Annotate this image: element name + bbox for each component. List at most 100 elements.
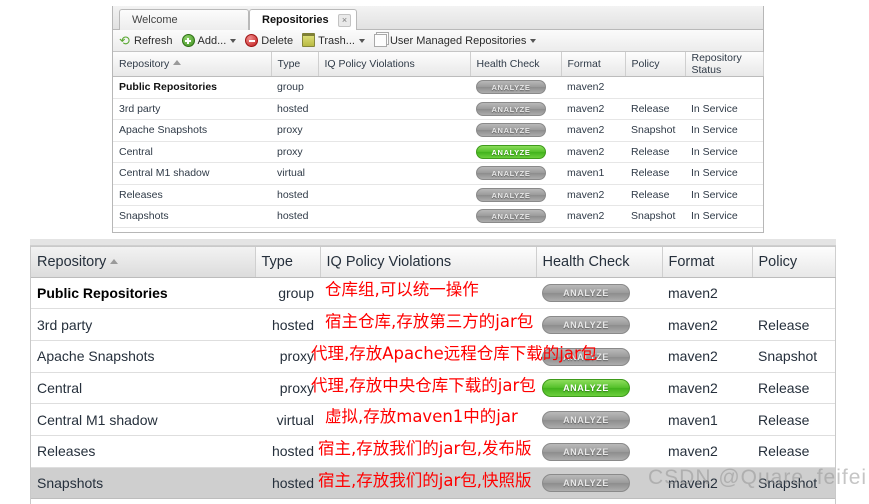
column-header-policy[interactable]: Policy <box>625 52 686 77</box>
analyze-button[interactable]: ANALYZE <box>476 166 546 181</box>
cell-repository: 3rd party <box>113 98 271 120</box>
column-header-format[interactable]: Format <box>561 52 626 77</box>
column-label: Repository <box>119 58 170 70</box>
analyze-button[interactable]: ANALYZE <box>542 474 630 493</box>
user-managed-repositories-button[interactable]: User Managed Repositories <box>373 34 537 47</box>
cell-iq-policy-violations <box>320 372 536 405</box>
table-row[interactable]: Public Repositories group ANALYZE maven2 <box>31 277 835 310</box>
cell-type: virtual <box>255 403 320 436</box>
tab-welcome[interactable]: Welcome <box>119 9 249 30</box>
table-row[interactable]: Central proxy ANALYZE maven2 Release <box>31 372 835 405</box>
cell-health-check: ANALYZE <box>470 205 561 228</box>
cell-format: maven2 <box>561 205 625 228</box>
column-header-format[interactable]: Format <box>662 247 753 278</box>
table-row[interactable]: Central M1 shadow virtual ANALYZE maven1 Rel… <box>31 403 835 436</box>
table-row[interactable]: Public Repositories group ANALYZE maven2 <box>113 76 763 99</box>
cell-health-check: ANALYZE <box>470 184 561 206</box>
chevron-down-icon[interactable] <box>230 38 237 43</box>
analyze-button[interactable]: ANALYZE <box>476 80 546 95</box>
user-managed-repositories-label: User Managed Repositories <box>389 34 527 47</box>
analyze-button[interactable]: ANALYZE <box>476 123 546 138</box>
cell-iq-policy-violations <box>320 403 536 436</box>
cell-format: maven2 <box>662 435 752 468</box>
analyze-button[interactable]: ANALYZE <box>476 187 546 202</box>
column-header-iq-policy-violations[interactable]: IQ Policy Violations <box>320 247 537 278</box>
analyze-button[interactable]: ANALYZE <box>476 209 546 224</box>
table-row[interactable]: Releases hosted ANALYZE maven2 Release <box>31 435 835 468</box>
cell-health-check: ANALYZE <box>536 372 662 405</box>
column-header-type[interactable]: Type <box>271 52 319 77</box>
cell-iq-policy-violations <box>318 119 470 142</box>
column-header-health-check[interactable]: Health Check <box>536 247 663 278</box>
cell-format: maven2 <box>561 184 625 206</box>
table-row[interactable]: 3rd party hosted ANALYZE maven2 Release <box>31 308 835 341</box>
cell-repository: Apache Snapshots <box>31 340 255 373</box>
column-header-policy[interactable]: Policy <box>752 247 836 278</box>
table-row[interactable]: Central M1 shadow virtual ANALYZE maven1 Rel… <box>113 162 763 185</box>
cell-iq-policy-violations <box>318 98 470 120</box>
table-row[interactable]: Releases hosted ANALYZE maven2 Release In Ser… <box>113 184 763 206</box>
cell-repository-status: In Service <box>685 141 763 163</box>
cell-repository: Apache Snapshots <box>113 119 271 142</box>
add-label: Add... <box>197 34 227 47</box>
delete-icon <box>245 34 259 47</box>
repositories-table-large: Repository Type IQ Policy Violations Hea… <box>31 247 836 500</box>
table-header-row: Repository Type IQ Policy Violations Hea… <box>31 247 836 278</box>
cell-repository: Snapshots <box>31 467 255 500</box>
cell-policy <box>752 277 835 310</box>
column-header-iq-policy-violations[interactable]: IQ Policy Violations <box>318 52 471 77</box>
cell-health-check: ANALYZE <box>470 76 561 99</box>
table-row[interactable]: Snapshots hosted ANALYZE maven2 Snapshot In S… <box>113 205 763 228</box>
analyze-button[interactable]: ANALYZE <box>542 284 630 303</box>
column-header-repository[interactable]: Repository <box>113 52 272 77</box>
cell-iq-policy-violations <box>318 184 470 206</box>
delete-button[interactable]: Delete <box>245 34 293 47</box>
trash-button[interactable]: Trash... <box>302 33 365 47</box>
column-header-repository[interactable]: Repository <box>31 247 256 278</box>
refresh-button[interactable]: ⟲ Refresh <box>118 34 173 47</box>
cell-repository-status: In Service <box>685 119 763 142</box>
tab-strip: Welcome Repositories × <box>113 6 763 30</box>
add-button[interactable]: Add... <box>181 34 237 47</box>
table-row[interactable]: Apache Snapshots proxy ANALYZE maven2 Snapsh… <box>113 119 763 142</box>
cell-health-check: ANALYZE <box>536 340 662 373</box>
analyze-button[interactable]: ANALYZE <box>542 379 630 398</box>
column-header-health-check[interactable]: Health Check <box>470 52 562 77</box>
cell-type: hosted <box>255 467 320 500</box>
table-row[interactable]: 3rd party hosted ANALYZE maven2 Release In Se… <box>113 98 763 120</box>
cell-repository-status: In Service <box>685 98 763 120</box>
chevron-down-icon[interactable] <box>358 38 365 43</box>
cell-policy: Snapshot <box>752 340 835 373</box>
refresh-label: Refresh <box>134 34 173 47</box>
cell-policy: Release <box>752 372 835 405</box>
table-row[interactable]: Central proxy ANALYZE maven2 Release In Servi… <box>113 141 763 163</box>
table-row[interactable]: Apache Snapshots proxy ANALYZE maven2 Snapsh… <box>31 340 835 373</box>
tab-repositories-label: Repositories <box>262 14 329 26</box>
cell-format: maven1 <box>561 162 625 185</box>
analyze-button[interactable]: ANALYZE <box>542 411 630 430</box>
cell-policy <box>625 76 685 99</box>
analyze-button[interactable]: ANALYZE <box>542 316 630 335</box>
page-icon <box>373 34 387 47</box>
cell-repository: Releases <box>31 435 255 468</box>
cell-repository: Central <box>113 141 271 163</box>
tab-repositories[interactable]: Repositories × <box>249 9 357 30</box>
analyze-button[interactable]: ANALYZE <box>476 101 546 116</box>
repositories-window: Welcome Repositories × ⟲ Refresh Add... … <box>112 6 764 233</box>
close-icon[interactable]: × <box>338 14 351 27</box>
column-header-type[interactable]: Type <box>255 247 321 278</box>
column-header-repository-status[interactable]: Repository Status <box>685 52 764 77</box>
cell-type: hosted <box>255 435 320 468</box>
cell-repository-status <box>685 76 763 99</box>
watermark: CSDN @Quare_feifei <box>648 466 868 489</box>
cell-health-check: ANALYZE <box>470 141 561 163</box>
analyze-button[interactable]: ANALYZE <box>476 144 546 159</box>
cell-repository: Public Repositories <box>113 76 271 99</box>
add-icon <box>181 34 195 47</box>
analyze-button[interactable]: ANALYZE <box>542 442 630 461</box>
cell-format: maven2 <box>561 98 625 120</box>
cell-iq-policy-violations <box>320 277 536 310</box>
chevron-down-icon[interactable] <box>530 38 537 43</box>
analyze-button[interactable]: ANALYZE <box>542 347 630 366</box>
cell-repository-status: In Service <box>685 162 763 185</box>
